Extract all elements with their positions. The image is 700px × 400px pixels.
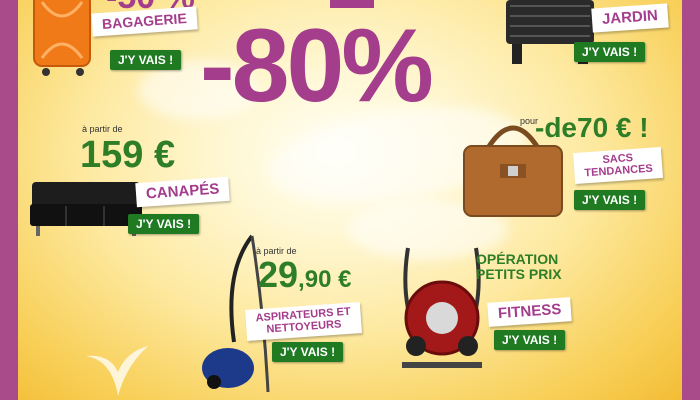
jy-vais-button-sacs[interactable]: J'Y VAIS ! <box>574 190 646 210</box>
fitness-headline-line1: OPÉRATION <box>476 251 559 267</box>
category-label-sacs[interactable]: SACS TENDANCES <box>573 146 664 185</box>
hero-top-fragment <box>330 0 374 8</box>
jy-vais-button-fitness[interactable]: J'Y VAIS ! <box>494 330 566 350</box>
jy-vais-button-bagagerie[interactable]: J'Y VAIS ! <box>110 50 182 70</box>
bird-silhouette-icon <box>86 346 148 396</box>
category-label-jardin[interactable]: JARDIN <box>591 3 669 33</box>
hero-discount: -80% <box>200 8 434 124</box>
price-canapes: 159 € <box>80 134 176 176</box>
handbag-image <box>463 125 563 217</box>
jy-vais-button-jardin[interactable]: J'Y VAIS ! <box>574 42 646 62</box>
promo-banner: -50 % -80% BAGAGERIE J'Y VAIS ! JARDIN J… <box>18 0 682 400</box>
price-prefix-canapes: à partir de <box>82 124 123 134</box>
category-label-aspirateurs[interactable]: ASPIRATEURS ET NETTOYEURS <box>245 302 363 342</box>
sacs-label-line2: TENDANCES <box>584 162 654 179</box>
price-aspirateurs-main: 29 <box>258 254 299 295</box>
suitcase-image <box>33 0 91 76</box>
jy-vais-button-aspirateurs[interactable]: J'Y VAIS ! <box>272 342 344 362</box>
price-aspirateurs-cents: ,90 € <box>298 266 352 293</box>
fitness-headline-line2: PETITS PRIX <box>476 266 562 283</box>
category-label-canapes[interactable]: CANAPÉS <box>135 176 231 207</box>
fitness-headline: OPÉRATION PETITS PRIX <box>476 251 562 283</box>
price-aspirateurs: 29,90 € <box>258 254 351 296</box>
category-label-fitness[interactable]: FITNESS <box>487 297 573 327</box>
jy-vais-button-canapes[interactable]: J'Y VAIS ! <box>128 214 200 234</box>
